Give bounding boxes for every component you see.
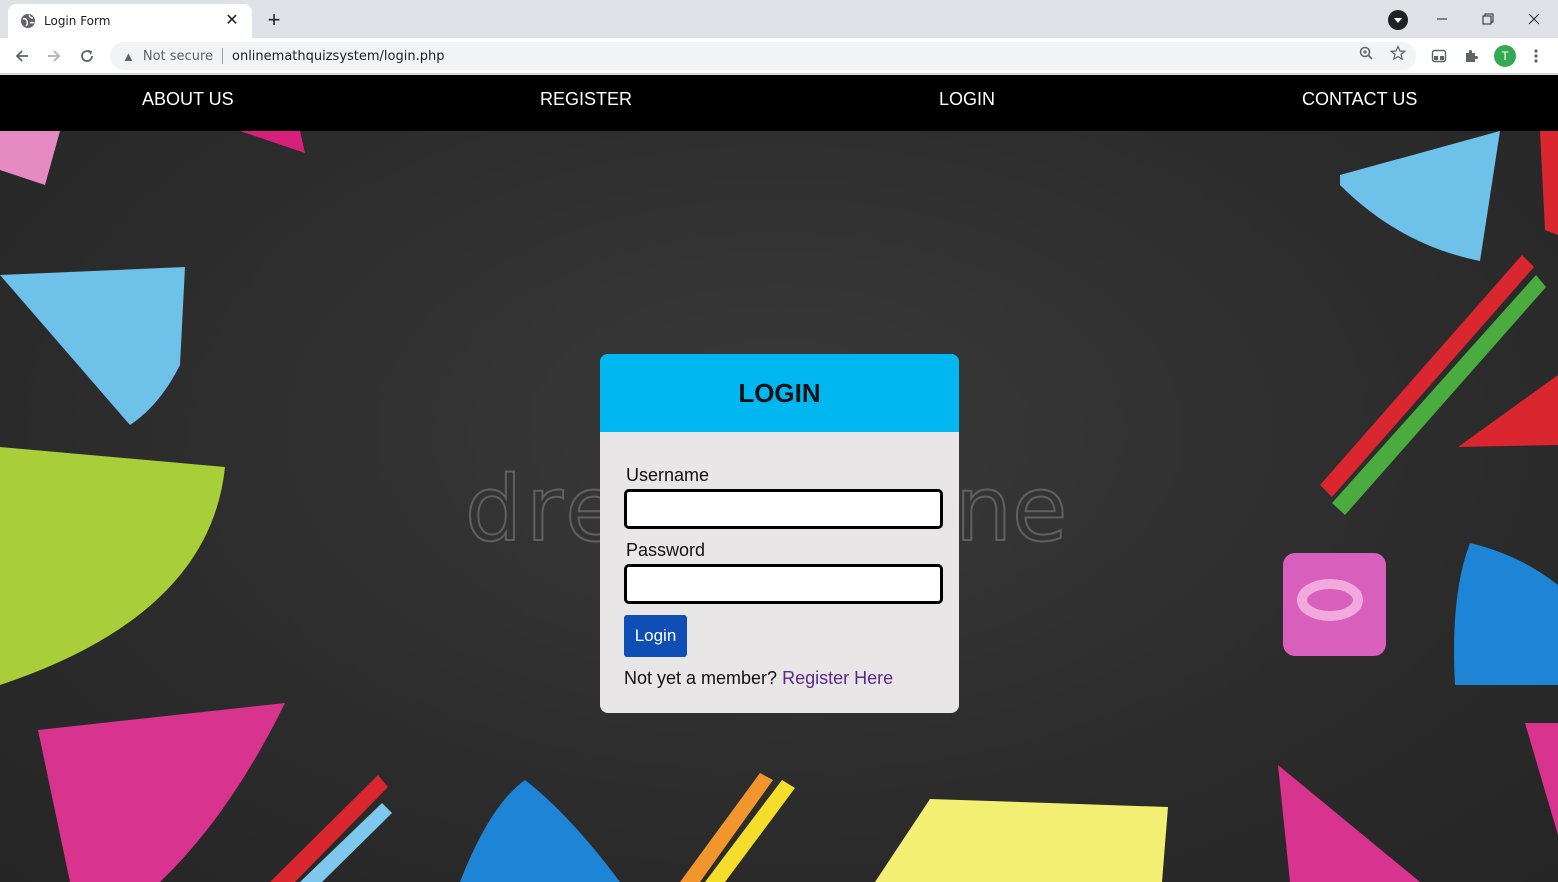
member-prompt-text: Not yet a member? — [624, 668, 778, 688]
zoom-icon[interactable] — [1357, 44, 1375, 62]
reload-icon[interactable] — [75, 44, 99, 68]
new-tab-button[interactable]: + — [260, 7, 288, 33]
minimize-icon[interactable] — [1422, 6, 1462, 32]
nav-contact-us[interactable]: CONTACT US — [1302, 89, 1417, 110]
browser-tab[interactable]: Login Form ✕ — [8, 4, 252, 38]
nav-login[interactable]: LOGIN — [939, 89, 995, 110]
login-title: LOGIN — [738, 377, 821, 408]
site-navbar: ABOUT US REGISTER LOGIN CONTACT US — [0, 75, 1558, 131]
restore-icon[interactable] — [1468, 6, 1508, 32]
address-bar[interactable]: ▲ Not secure onlinemathquizsystem/login.… — [110, 42, 1416, 70]
media-icon[interactable] — [1429, 46, 1449, 66]
profile-avatar[interactable]: T — [1494, 45, 1516, 67]
globe-icon — [21, 14, 35, 28]
url-text[interactable]: onlinemathquizsystem/login.php — [232, 49, 444, 64]
close-window-icon[interactable] — [1514, 6, 1554, 32]
browser-toolbar: ▲ Not secure onlinemathquizsystem/login.… — [0, 38, 1558, 74]
back-arrow-icon[interactable] — [10, 44, 34, 68]
security-label[interactable]: Not secure — [143, 49, 213, 64]
bookmark-star-icon[interactable] — [1389, 44, 1407, 62]
nav-about-us[interactable]: ABOUT US — [142, 89, 234, 110]
password-input[interactable] — [624, 564, 943, 604]
forward-arrow-icon[interactable] — [42, 44, 66, 68]
menu-dots-icon[interactable] — [1526, 46, 1546, 66]
login-button[interactable]: Login — [624, 615, 687, 657]
tab-title: Login Form — [44, 14, 111, 28]
username-label: Username — [626, 465, 710, 485]
username-input[interactable] — [624, 489, 943, 529]
tab-search-icon[interactable] — [1388, 10, 1408, 30]
close-tab-icon[interactable]: ✕ — [222, 11, 242, 31]
browser-tab-strip: Login Form ✕ + — [0, 0, 1558, 38]
nav-register[interactable]: REGISTER — [540, 89, 632, 110]
divider — [222, 48, 223, 64]
login-card-header: LOGIN — [600, 354, 959, 432]
web-page: ABOUT US REGISTER LOGIN CONTACT US dre n… — [0, 75, 1558, 882]
register-prompt: Not yet a member? Register Here — [624, 668, 893, 689]
warning-icon[interactable]: ▲ — [122, 49, 135, 64]
login-card: LOGIN Username Password Login Not yet a … — [600, 354, 959, 713]
register-here-link[interactable]: Register Here — [782, 668, 893, 688]
extensions-puzzle-icon[interactable] — [1461, 46, 1481, 66]
password-label: Password — [626, 540, 706, 560]
